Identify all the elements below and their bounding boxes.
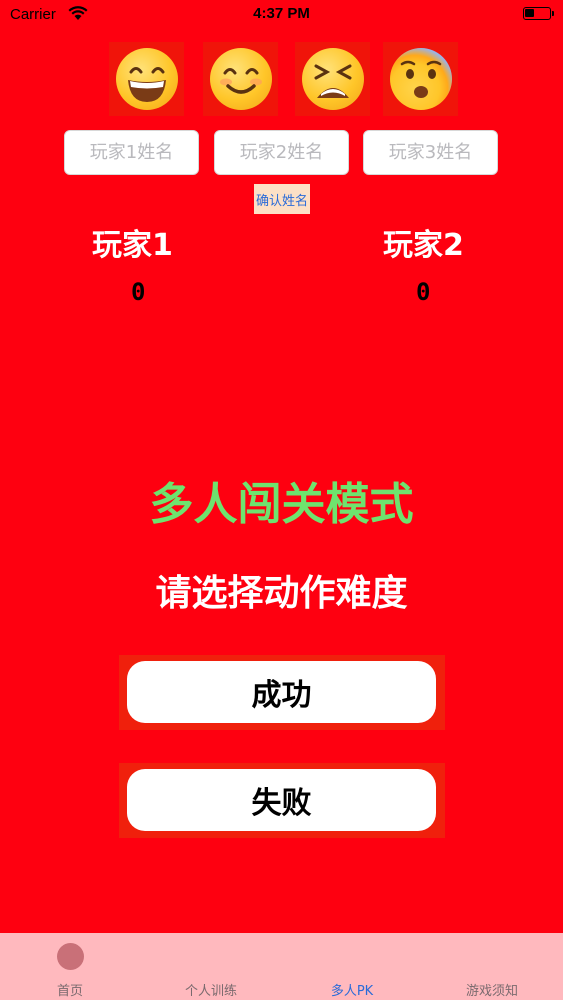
success-button[interactable]: 成功 <box>127 661 436 723</box>
tab-multiplayer-pk[interactable]: 多人PK <box>282 933 422 1000</box>
player1-name-input[interactable] <box>64 130 199 175</box>
fail-button[interactable]: 失败 <box>127 769 436 831</box>
tired-face-icon <box>301 48 364 110</box>
grinning-face-icon <box>115 48 178 110</box>
tab-personal-training-label: 个人训练 <box>184 984 237 999</box>
player3-name-input[interactable] <box>363 130 498 175</box>
player2-label: 玩家2 <box>383 228 464 263</box>
tab-personal-training[interactable]: 个人训练 <box>141 933 281 1000</box>
emoji-grinning[interactable] <box>109 42 184 116</box>
clock-time: 4:37 PM <box>253 5 310 22</box>
emoji-smiling[interactable] <box>203 42 278 116</box>
battery-icon <box>523 7 554 20</box>
smiling-face-icon <box>209 48 272 110</box>
success-button-frame: 成功 <box>119 655 445 730</box>
status-bar: Carrier 4:37 PM <box>0 0 563 30</box>
player1-label: 玩家1 <box>92 228 173 263</box>
player2-name-input[interactable] <box>214 130 349 175</box>
tab-home[interactable]: 首页 <box>0 933 140 1000</box>
tab-multiplayer-pk-label: 多人PK <box>330 984 374 999</box>
mode-title: 多人闯关模式 <box>149 479 414 530</box>
player2-score: 0 <box>416 278 431 306</box>
tab-game-rules[interactable]: 游戏须知 <box>422 933 562 1000</box>
emoji-tired[interactable] <box>295 42 370 116</box>
player1-score: 0 <box>131 278 146 306</box>
tab-home-label: 首页 <box>56 984 83 999</box>
difficulty-prompt: 请选择动作难度 <box>155 573 408 614</box>
fail-button-frame: 失败 <box>119 763 445 838</box>
fearful-face-icon <box>389 48 452 110</box>
emoji-fearful[interactable] <box>383 42 458 116</box>
tab-bar: 首页 个人训练 多人PK 游戏须知 <box>0 933 563 1000</box>
tab-game-rules-label: 游戏须知 <box>465 984 518 999</box>
confirm-name-button[interactable]: 确认姓名 <box>254 184 310 214</box>
home-icon <box>57 943 84 970</box>
